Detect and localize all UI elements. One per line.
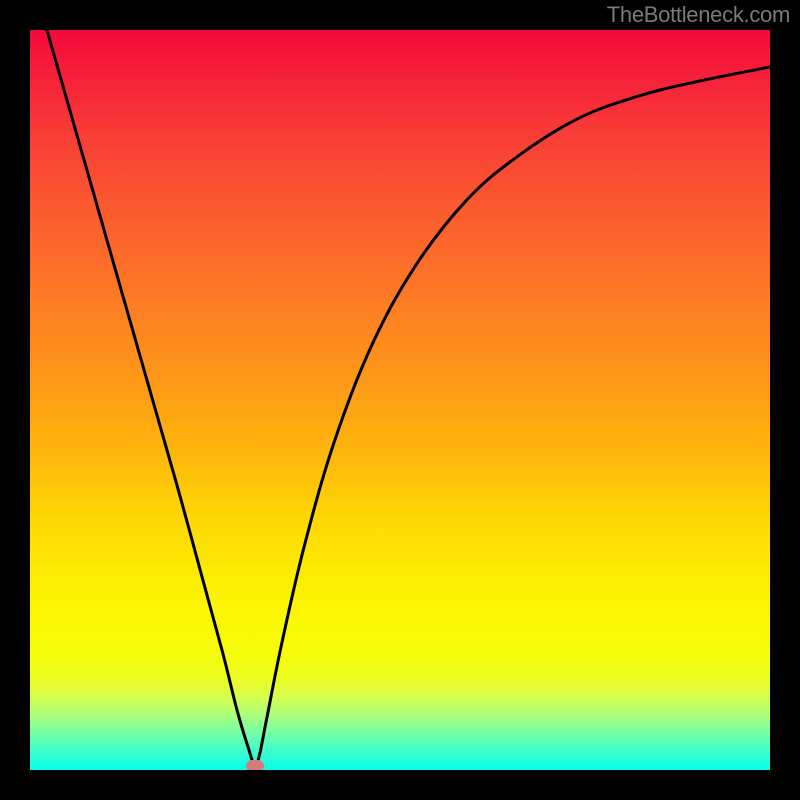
bottleneck-curve	[30, 30, 770, 767]
plot-area	[30, 30, 770, 770]
minimum-marker	[246, 760, 264, 770]
curve-layer	[30, 30, 770, 770]
chart-frame: TheBottleneck.com	[0, 0, 800, 800]
watermark-text: TheBottleneck.com	[607, 2, 790, 28]
